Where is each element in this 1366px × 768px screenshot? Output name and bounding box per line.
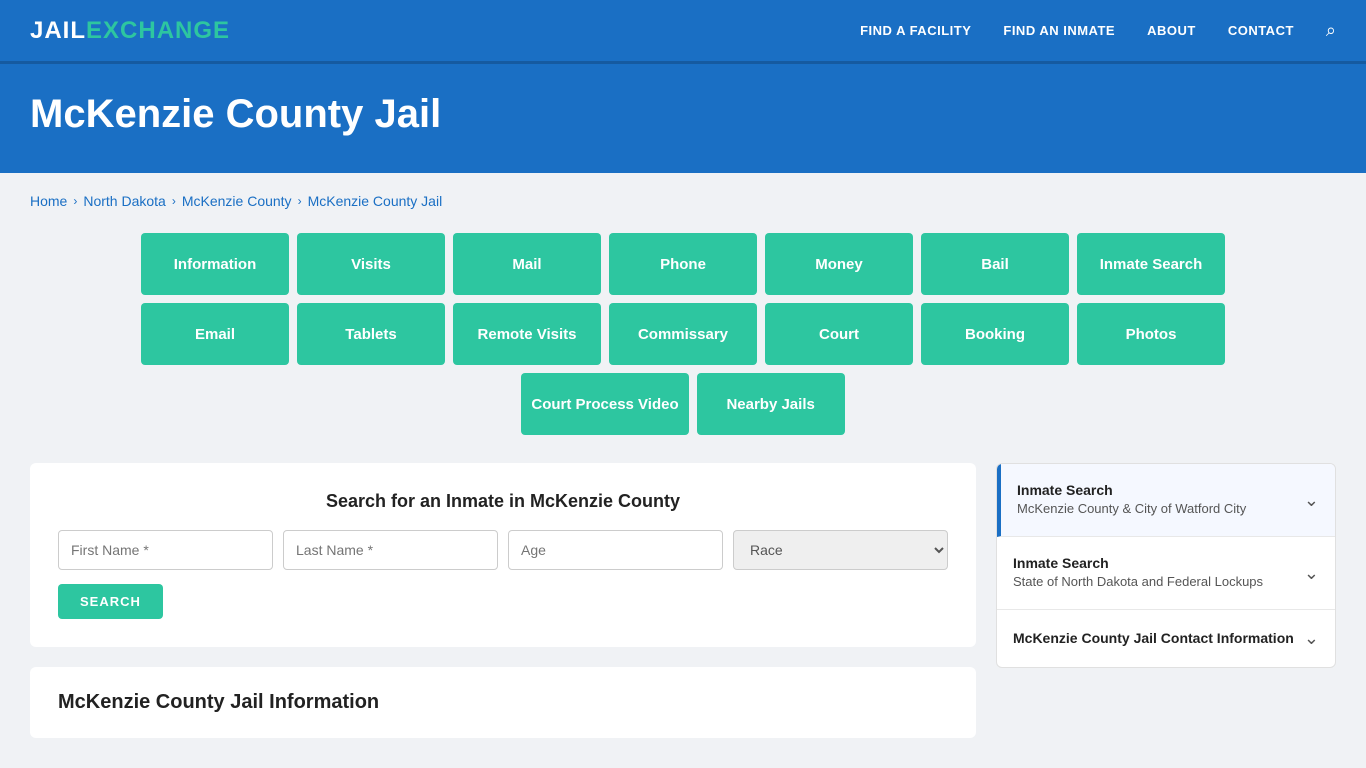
first-name-input[interactable] bbox=[58, 530, 273, 570]
sidebar-card-group: Inmate Search McKenzie County & City of … bbox=[996, 463, 1336, 668]
last-name-input[interactable] bbox=[283, 530, 498, 570]
search-card-title: Search for an Inmate in McKenzie County bbox=[58, 491, 948, 512]
btn-email[interactable]: Email bbox=[141, 303, 289, 365]
btn-tablets[interactable]: Tablets bbox=[297, 303, 445, 365]
chevron-down-icon-3: ⌄ bbox=[1304, 628, 1319, 649]
breadcrumb-sep-2: › bbox=[172, 194, 176, 208]
btn-mail[interactable]: Mail bbox=[453, 233, 601, 295]
sidebar-card-title-2: Inmate Search bbox=[1013, 555, 1263, 571]
nav-about[interactable]: ABOUT bbox=[1147, 23, 1196, 38]
btn-booking[interactable]: Booking bbox=[921, 303, 1069, 365]
nav-contact[interactable]: CONTACT bbox=[1228, 23, 1294, 38]
left-column: Search for an Inmate in McKenzie County … bbox=[30, 463, 976, 738]
sidebar-item-text-3: McKenzie County Jail Contact Information bbox=[1013, 630, 1294, 648]
navbar: JAILEXCHANGE FIND A FACILITY FIND AN INM… bbox=[0, 0, 1366, 64]
sidebar-item-text-1: Inmate Search McKenzie County & City of … bbox=[1017, 482, 1246, 518]
btn-inmate-search[interactable]: Inmate Search bbox=[1077, 233, 1225, 295]
race-select[interactable]: Race White Black Hispanic Asian Native A… bbox=[733, 530, 948, 570]
breadcrumb-sep-1: › bbox=[73, 194, 77, 208]
logo-jail: JAIL bbox=[30, 17, 86, 45]
nav-find-inmate[interactable]: FIND AN INMATE bbox=[1003, 23, 1115, 38]
nav-find-facility[interactable]: FIND A FACILITY bbox=[860, 23, 971, 38]
chevron-down-icon-2: ⌄ bbox=[1304, 563, 1319, 584]
sidebar-card-subtitle-1: McKenzie County & City of Watford City bbox=[1017, 500, 1246, 518]
sidebar-card-title-3: McKenzie County Jail Contact Information bbox=[1013, 630, 1294, 646]
right-sidebar: Inmate Search McKenzie County & City of … bbox=[996, 463, 1336, 678]
page-title: McKenzie County Jail bbox=[30, 92, 1336, 137]
site-logo[interactable]: JAILEXCHANGE bbox=[30, 17, 230, 45]
search-fields-row: Race White Black Hispanic Asian Native A… bbox=[58, 530, 948, 570]
main-content: Home › North Dakota › McKenzie County › … bbox=[0, 173, 1366, 768]
grid-row-2: Email Tablets Remote Visits Commissary C… bbox=[141, 303, 1225, 365]
logo-exchange: EXCHANGE bbox=[86, 17, 230, 45]
sidebar-item-contact-info[interactable]: McKenzie County Jail Contact Information… bbox=[997, 610, 1335, 667]
topic-button-grid: Information Visits Mail Phone Money Bail… bbox=[30, 233, 1336, 435]
btn-information[interactable]: Information bbox=[141, 233, 289, 295]
breadcrumb-north-dakota[interactable]: North Dakota bbox=[83, 193, 165, 209]
breadcrumb-sep-3: › bbox=[298, 194, 302, 208]
info-card-preview: McKenzie County Jail Information bbox=[30, 667, 976, 738]
search-button[interactable]: SEARCH bbox=[58, 584, 163, 619]
breadcrumb-mckenzie-jail[interactable]: McKenzie County Jail bbox=[308, 193, 443, 209]
nav-links: FIND A FACILITY FIND AN INMATE ABOUT CON… bbox=[860, 20, 1336, 41]
sidebar-item-inmate-search-nd[interactable]: Inmate Search State of North Dakota and … bbox=[997, 537, 1335, 610]
btn-remote-visits[interactable]: Remote Visits bbox=[453, 303, 601, 365]
btn-nearby-jails[interactable]: Nearby Jails bbox=[697, 373, 845, 435]
btn-photos[interactable]: Photos bbox=[1077, 303, 1225, 365]
grid-row-3: Court Process Video Nearby Jails bbox=[521, 373, 844, 435]
btn-money[interactable]: Money bbox=[765, 233, 913, 295]
sidebar-card-title-1: Inmate Search bbox=[1017, 482, 1246, 498]
grid-row-1: Information Visits Mail Phone Money Bail… bbox=[141, 233, 1225, 295]
chevron-down-icon-1: ⌄ bbox=[1304, 490, 1319, 511]
btn-court[interactable]: Court bbox=[765, 303, 913, 365]
info-section-title: McKenzie County Jail Information bbox=[58, 691, 948, 714]
btn-phone[interactable]: Phone bbox=[609, 233, 757, 295]
inmate-search-card: Search for an Inmate in McKenzie County … bbox=[30, 463, 976, 647]
breadcrumb: Home › North Dakota › McKenzie County › … bbox=[30, 193, 1336, 209]
btn-visits[interactable]: Visits bbox=[297, 233, 445, 295]
sidebar-card-subtitle-2: State of North Dakota and Federal Lockup… bbox=[1013, 573, 1263, 591]
breadcrumb-mckenzie-county[interactable]: McKenzie County bbox=[182, 193, 292, 209]
search-icon[interactable]: ⌕ bbox=[1326, 20, 1336, 41]
age-input[interactable] bbox=[508, 530, 723, 570]
btn-bail[interactable]: Bail bbox=[921, 233, 1069, 295]
two-col-layout: Search for an Inmate in McKenzie County … bbox=[30, 463, 1336, 738]
btn-commissary[interactable]: Commissary bbox=[609, 303, 757, 365]
sidebar-item-text-2: Inmate Search State of North Dakota and … bbox=[1013, 555, 1263, 591]
sidebar-item-inmate-search-mckenzie[interactable]: Inmate Search McKenzie County & City of … bbox=[997, 464, 1335, 537]
btn-court-process-video[interactable]: Court Process Video bbox=[521, 373, 688, 435]
hero-section: McKenzie County Jail bbox=[0, 64, 1366, 173]
breadcrumb-home[interactable]: Home bbox=[30, 193, 67, 209]
